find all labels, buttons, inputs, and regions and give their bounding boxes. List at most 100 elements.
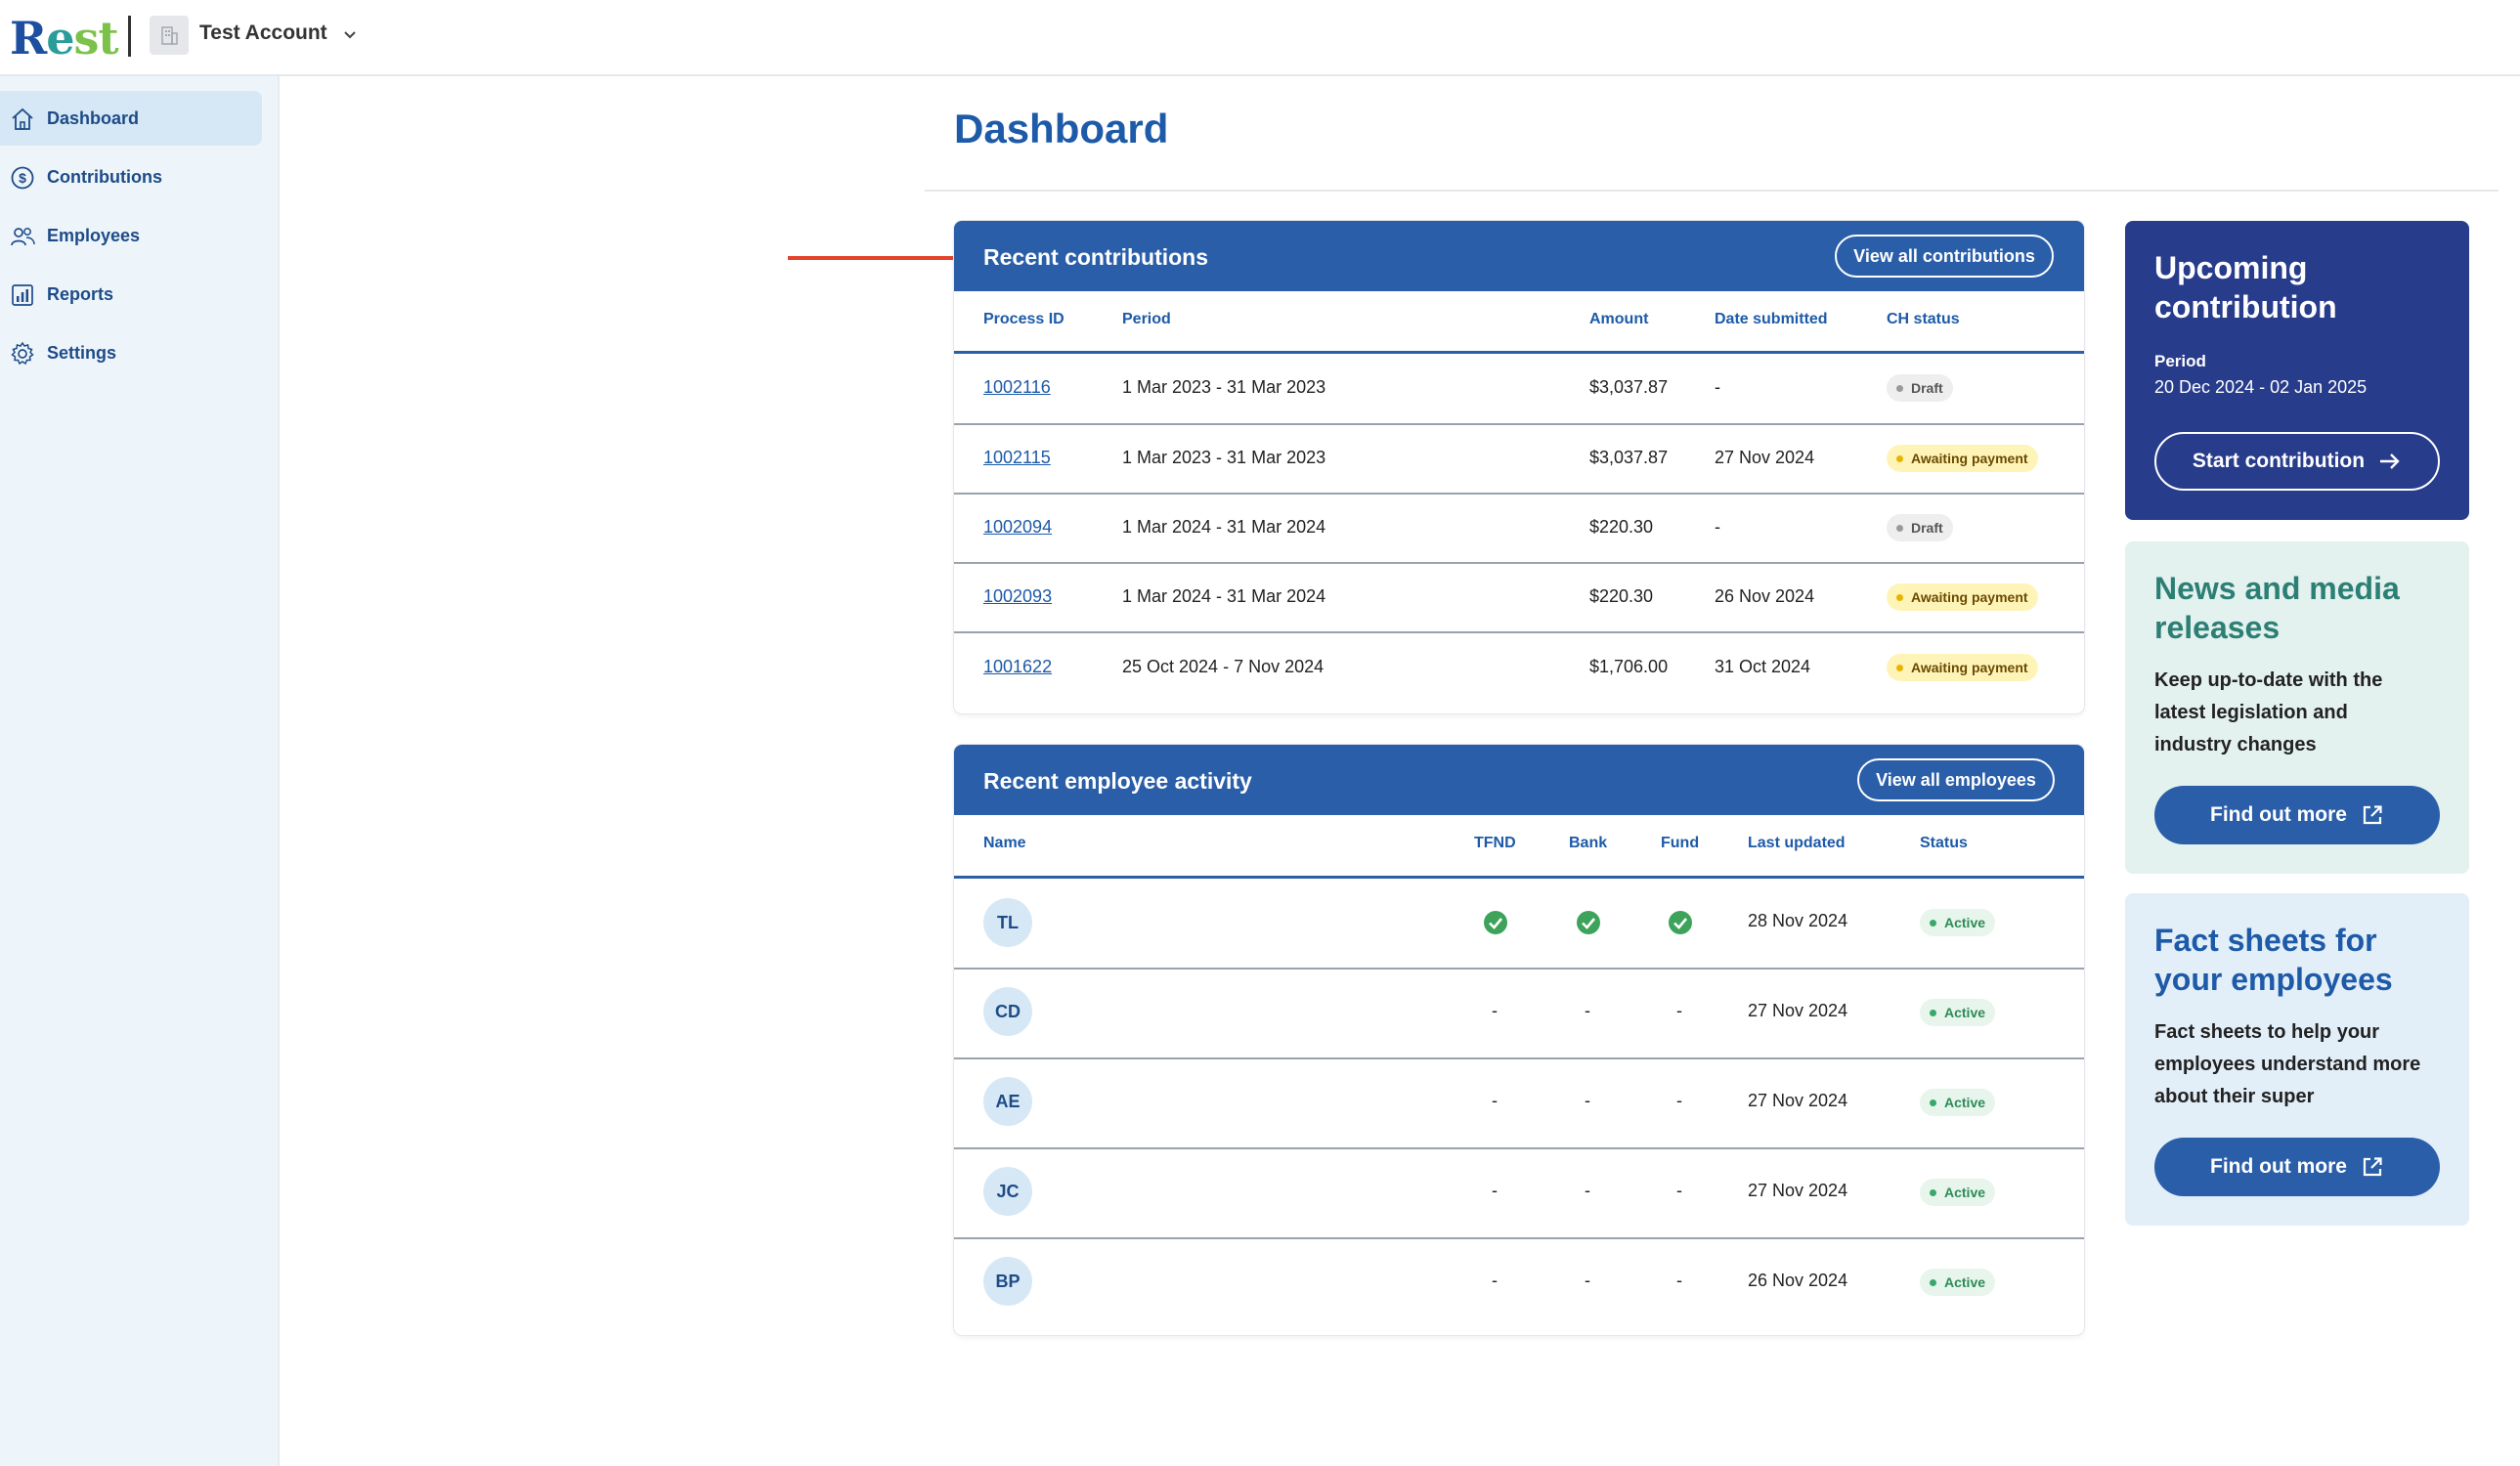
period-cell: 1 Mar 2024 - 31 Mar 2024 [1122,586,1326,606]
column-header: Bank [1569,835,1608,851]
sidebar-item-label: Reports [47,284,114,304]
process-id-link[interactable]: 1002116 [983,377,1051,398]
status-badge: Awaiting payment [1887,445,2038,472]
facts-find-out-more-button[interactable]: Find out more [2154,1138,2440,1196]
building-icon[interactable] [150,16,189,55]
column-header: TFND [1474,835,1516,851]
row-divider [954,631,2084,633]
dollar-icon: $ [11,166,34,190]
avatar[interactable]: TL [983,898,1032,947]
status-badge: Active [1920,1089,1996,1116]
fact-sheets-panel: Fact sheets for your employees Fact shee… [2125,893,2469,1226]
check-circle-icon [1669,911,1692,934]
status-badge: Active [1920,1179,1996,1206]
row-divider [954,1057,2084,1059]
check-circle-icon [1577,911,1600,934]
status-dot [1930,919,1936,927]
avatar[interactable]: AE [983,1077,1032,1126]
panel-title-line-1: Upcoming [2154,250,2308,285]
people-icon [11,228,35,246]
avatar[interactable]: BP [983,1257,1032,1306]
sidebar-item-dashboard[interactable]: Dashboard [0,91,262,146]
status-dot [1896,664,1903,671]
avatar[interactable]: CD [983,987,1032,1036]
sidebar: Dashboard $ Contributions Employees Repo… [0,76,280,1466]
period-cell: 1 Mar 2024 - 31 Mar 2024 [1122,517,1326,537]
panel-text-line: latest legislation and [2154,702,2348,723]
rest-logo[interactable]: Re st [10,8,119,68]
sidebar-item-label: Dashboard [47,108,140,128]
column-header: Process ID [983,311,1064,327]
sidebar-item-reports[interactable]: Reports [0,267,262,322]
status-badge: Active [1920,1269,1996,1296]
panel-title-line-1: News and media [2154,571,2400,606]
fund-cell: - [1676,1001,1682,1020]
status-dot [1896,454,1903,462]
sidebar-item-settings[interactable]: Settings [0,325,262,380]
status-badge: Active [1920,999,1996,1026]
title-divider [925,190,2498,192]
fund-cell: - [1676,1271,1682,1290]
header-divider [954,351,2084,354]
tfnd-cell: - [1492,1271,1498,1290]
avatar[interactable]: JC [983,1167,1032,1216]
chevron-down-icon[interactable] [342,29,358,41]
column-header: CH status [1887,311,1960,327]
row-divider [954,1237,2084,1239]
svg-text:$: $ [19,170,26,186]
period-cell: 1 Mar 2023 - 31 Mar 2023 [1122,448,1326,467]
last-updated-cell: 27 Nov 2024 [1748,1181,1848,1200]
fund-cell: - [1676,1091,1682,1110]
card-title: Recent employee activity [983,768,1252,794]
panel-title-line-2: releases [2154,610,2281,645]
start-contribution-button[interactable]: Start contribution [2154,432,2440,491]
sidebar-item-contributions[interactable]: $ Contributions [0,150,262,204]
panel-text-line: Fact sheets to help your [2154,1021,2380,1043]
row-divider [954,1147,2084,1149]
bank-cell: - [1585,1091,1590,1110]
column-header: Status [1920,835,1968,851]
status-dot [1896,524,1903,532]
period-label: Period [2154,352,2206,370]
date-cell: 27 Nov 2024 [1715,448,1815,467]
amount-cell: $220.30 [1589,517,1654,537]
view-all-contributions-button[interactable]: View all contributions [1835,235,2054,278]
process-id-link[interactable]: 1002115 [983,448,1051,468]
row-divider [954,423,2084,425]
period-cell: 25 Oct 2024 - 7 Nov 2024 [1122,657,1325,676]
news-find-out-more-button[interactable]: Find out more [2154,786,2440,844]
external-link-icon [2363,1157,2382,1177]
logo-divider [128,16,131,57]
account-selector[interactable]: Test Account [199,22,327,45]
panel-text-line: about their super [2154,1086,2315,1107]
date-cell: 26 Nov 2024 [1715,586,1815,606]
status-dot [1930,1278,1936,1286]
column-header: Date submitted [1715,311,1828,327]
process-id-link[interactable]: 1002094 [983,517,1052,538]
status-badge: Draft [1887,514,1953,541]
view-all-employees-button[interactable]: View all employees [1857,758,2055,801]
column-header: Period [1122,311,1171,327]
period-cell: 1 Mar 2023 - 31 Mar 2023 [1122,377,1326,397]
tfnd-cell: - [1492,1001,1498,1020]
panel-text-line: industry changes [2154,734,2317,755]
sidebar-item-label: Settings [47,343,117,363]
amount-cell: $220.30 [1589,586,1654,606]
recent-employee-activity-card: Recent employee activity View all employ… [954,745,2084,1335]
home-icon [12,108,33,130]
tfnd-cell: - [1492,1181,1498,1200]
news-media-panel: News and media releases Keep up-to-date … [2125,541,2469,874]
status-badge: Draft [1887,374,1953,402]
chart-icon [12,284,33,306]
panel-title-line-2: contribution [2154,289,2337,324]
process-id-link[interactable]: 1001622 [983,657,1052,677]
date-cell: 31 Oct 2024 [1715,657,1811,676]
top-bar: Re st Test Account [0,0,2520,76]
process-id-link[interactable]: 1002093 [983,586,1052,607]
header-divider [954,876,2084,879]
sidebar-item-employees[interactable]: Employees [0,208,262,263]
bank-cell: - [1585,1181,1590,1200]
bank-cell: - [1585,1271,1590,1290]
status-dot [1930,1099,1936,1106]
date-cell: - [1715,377,1720,397]
